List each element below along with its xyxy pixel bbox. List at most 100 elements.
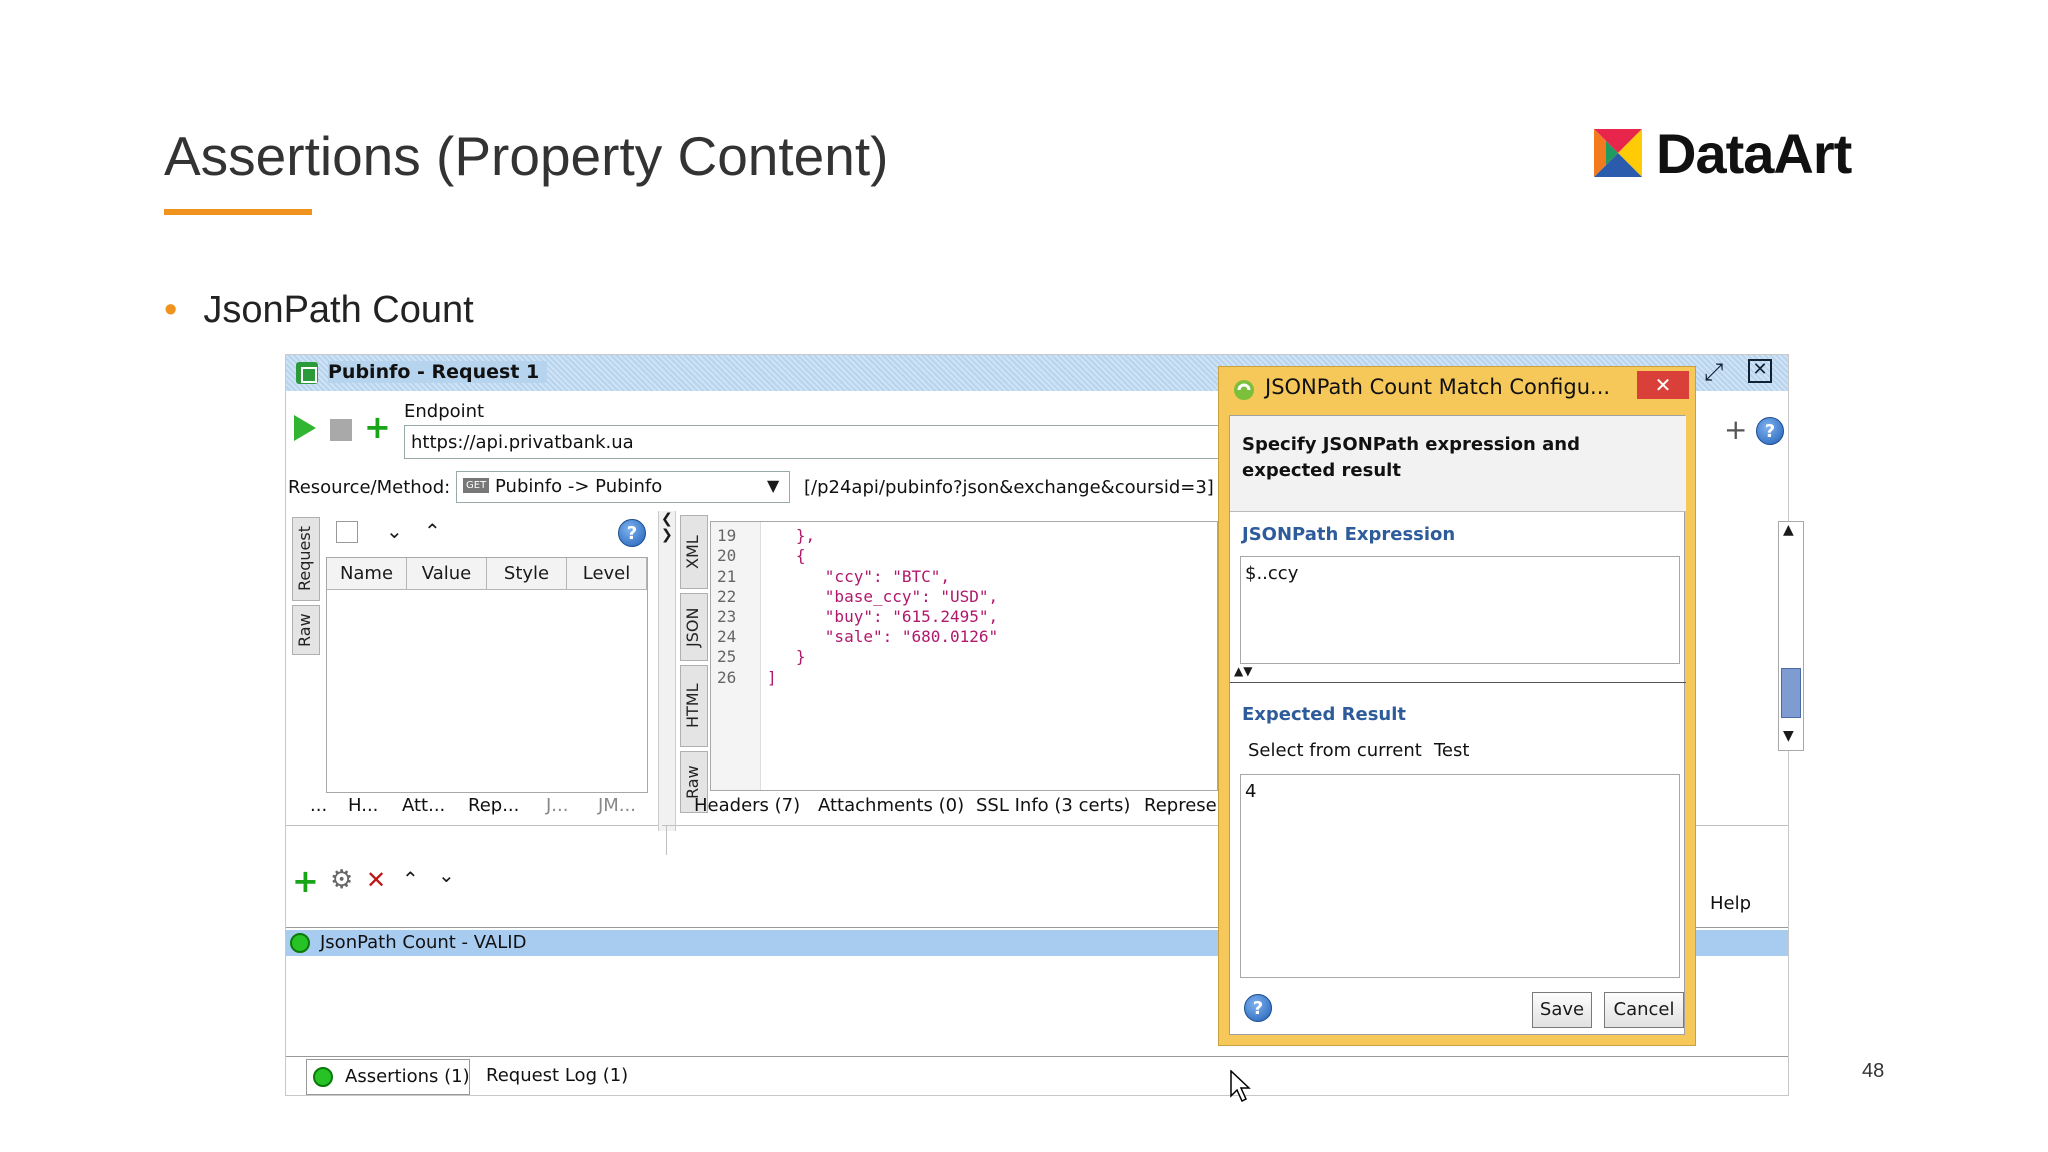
endpoint-input[interactable]: https://api.privatbank.ua (404, 425, 1234, 459)
detach-icon[interactable]: ⤢ (1704, 358, 1723, 386)
dialog-header: Specify JSONPath expression and expected… (1230, 416, 1686, 512)
tab-request-log[interactable]: Request Log (1) (486, 1065, 628, 1086)
add-assertion-icon[interactable]: + (292, 865, 319, 897)
tab-request[interactable]: Request (292, 517, 320, 601)
add-icon[interactable]: + (364, 411, 391, 443)
stop-icon[interactable] (330, 419, 352, 441)
left-bottom-tab-jms-props[interactable]: JM... (598, 795, 636, 816)
line-number: 19 (717, 526, 737, 546)
left-bottom-tab-representations[interactable]: Rep... (468, 795, 519, 816)
expression-title: JSONPath Expression (1242, 524, 1456, 545)
code-text: } (767, 647, 806, 667)
resource-value: Pubinfo -> Pubinfo (495, 476, 663, 497)
scroll-up-icon[interactable]: ▲ (1783, 522, 1794, 538)
dialog-description: Specify JSONPath expression and expected… (1242, 434, 1580, 481)
bullet-dot: • (164, 289, 178, 331)
request-icon (296, 362, 318, 384)
slide-title: Assertions (Property Content) (164, 125, 889, 187)
code-line: 20 { (711, 546, 1211, 566)
expression-input[interactable]: $..ccy (1240, 556, 1680, 664)
tab-json[interactable]: JSON (680, 593, 708, 661)
title-underline (164, 209, 312, 215)
test-button[interactable]: Test (1434, 740, 1469, 761)
code-line: 23 "buy": "615.2495", (711, 607, 1211, 627)
code-text: ] (767, 667, 777, 687)
response-tab-headers[interactable]: Headers (7) (694, 795, 800, 816)
divider (666, 825, 667, 855)
scroll-thumb[interactable] (1781, 668, 1801, 718)
expression-value: $..ccy (1245, 563, 1299, 584)
code-text: "ccy": "BTC", (767, 566, 951, 586)
chevron-down-icon[interactable]: ⌄ (386, 519, 403, 543)
response-editor[interactable]: 18 "sale": "24.83682"19 },20 {21 "ccy": … (710, 521, 1218, 791)
add-header-icon[interactable]: + (1724, 413, 1747, 446)
cancel-button[interactable]: Cancel (1604, 992, 1684, 1028)
auth-icon[interactable] (336, 521, 358, 543)
page-number: 48 (1862, 1060, 1885, 1082)
dataart-logo: DataArt (1594, 122, 1852, 185)
get-badge: GET (463, 478, 490, 493)
tab-html[interactable]: HTML (680, 665, 708, 747)
valid-status-icon (290, 933, 310, 953)
move-up-icon[interactable]: ⌃ (402, 867, 419, 891)
column-value[interactable]: Value (407, 558, 487, 590)
close-window-icon[interactable]: ✕ (1748, 359, 1772, 383)
column-name[interactable]: Name (327, 558, 407, 590)
logo-text: DataArt (1656, 121, 1852, 185)
assertion-label: JsonPath Count - VALID (320, 932, 527, 953)
line-number: 26 (717, 667, 737, 687)
code-text: }, (767, 526, 816, 546)
left-bottom-tab-more[interactable]: ... (310, 795, 327, 816)
divider (1230, 682, 1686, 683)
left-bottom-tab-jms-header[interactable]: J... (546, 795, 568, 816)
expected-input[interactable]: 4 (1240, 774, 1680, 978)
code-text: "sale": "24.83682" (767, 522, 998, 525)
line-number: 24 (717, 627, 737, 647)
move-down-icon[interactable]: ⌄ (438, 863, 455, 887)
line-number: 20 (717, 546, 737, 566)
panel-splitter[interactable]: ❮ ❯ (658, 511, 676, 831)
column-level[interactable]: Level (567, 558, 647, 590)
response-tab-representations[interactable]: Represe (1144, 795, 1217, 816)
response-tab-ssl-info[interactable]: SSL Info (3 certs) (976, 795, 1130, 816)
line-number: 25 (717, 647, 737, 667)
scroll-down-icon[interactable]: ▼ (1783, 728, 1794, 744)
resource-select[interactable]: GET Pubinfo -> Pubinfo ▼ (456, 471, 790, 503)
mouse-cursor-icon (1230, 1069, 1252, 1106)
save-button[interactable]: Save (1532, 992, 1592, 1028)
left-bottom-tab-headers[interactable]: H... (348, 795, 378, 816)
delete-icon[interactable]: ✕ (366, 867, 386, 893)
code-line: 21 "ccy": "BTC", (711, 567, 1211, 587)
response-tab-attachments[interactable]: Attachments (0) (818, 795, 964, 816)
tab-raw-request[interactable]: Raw (292, 605, 320, 655)
code-line: 19 }, (711, 526, 1211, 546)
help-icon[interactable]: ? (1756, 417, 1784, 445)
line-number: 18 (717, 522, 736, 525)
splitter-arrows-icon[interactable]: ▲▼ (1234, 664, 1252, 678)
settings-icon[interactable]: ⚙ (330, 867, 353, 893)
run-icon[interactable] (294, 415, 316, 445)
left-bottom-tab-attachments[interactable]: Att... (402, 795, 445, 816)
jsonpath-count-dialog: JSONPath Count Match Configu... ✕ Specif… (1218, 366, 1696, 1046)
help-link[interactable]: Help (1710, 893, 1751, 914)
code-text: "sale": "680.0126" (767, 627, 999, 647)
help-icon[interactable]: ? (618, 519, 646, 547)
help-icon[interactable]: ? (1244, 994, 1272, 1022)
collapse-right-icon[interactable]: ❯ (661, 527, 673, 543)
code-text: { (767, 546, 806, 566)
chevron-down-icon: ▼ (767, 476, 780, 495)
column-style[interactable]: Style (487, 558, 567, 590)
resource-label: Resource/Method: (288, 477, 451, 498)
tab-xml[interactable]: XML (680, 515, 708, 589)
soapui-icon (1233, 379, 1255, 401)
tab-assertions[interactable]: Assertions (1) (306, 1059, 470, 1095)
dialog-title: JSONPath Count Match Configu... (1265, 375, 1611, 399)
response-scrollbar[interactable]: ▲ ▼ (1778, 521, 1804, 751)
chevron-up-icon[interactable]: ⌃ (424, 519, 441, 543)
code-text: "base_ccy": "USD", (767, 586, 999, 606)
code-line: 26] (711, 668, 1211, 688)
close-icon[interactable]: ✕ (1637, 371, 1689, 399)
select-from-current-button[interactable]: Select from current (1248, 740, 1422, 761)
collapse-left-icon[interactable]: ❮ (661, 511, 673, 527)
line-number: 22 (717, 586, 737, 606)
